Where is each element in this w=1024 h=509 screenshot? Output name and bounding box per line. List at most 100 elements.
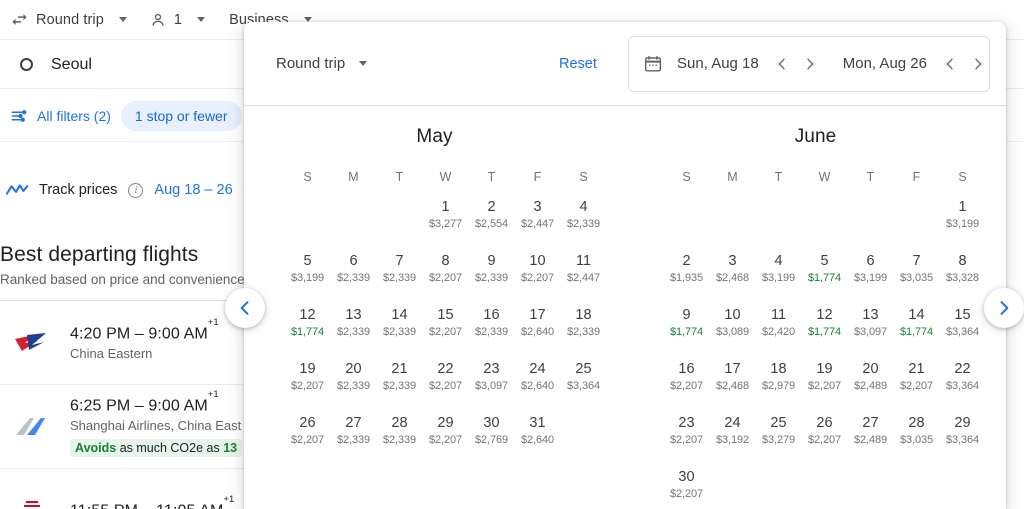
departure-next-day-button[interactable] bbox=[797, 51, 823, 77]
calendar-day[interactable]: 10 $3,089 bbox=[710, 300, 756, 346]
calendar-day[interactable]: 29 $3,364 bbox=[940, 408, 986, 454]
calendar-day[interactable]: 16 $2,207 bbox=[664, 354, 710, 400]
calendar-day-number: 31 bbox=[529, 414, 546, 431]
calendar-day[interactable]: 28 $2,339 bbox=[377, 408, 423, 454]
calendar-day[interactable]: 29 $2,207 bbox=[423, 408, 469, 454]
calendar-day-number: 26 bbox=[299, 414, 316, 431]
calendar-day-price: $2,207 bbox=[428, 379, 463, 392]
calendar-day[interactable]: 7 $3,035 bbox=[894, 246, 940, 292]
calendar-day[interactable]: 3 $2,447 bbox=[515, 192, 561, 238]
calendar-day[interactable]: 4 $2,339 bbox=[561, 192, 607, 238]
calendar-day[interactable]: 7 $2,339 bbox=[377, 246, 423, 292]
calendar-day[interactable]: 4 $3,199 bbox=[756, 246, 802, 292]
calendar-day-price: $2,468 bbox=[715, 379, 750, 392]
calendar-day-number: 6 bbox=[866, 252, 875, 269]
calendar-day[interactable]: 24 $2,640 bbox=[515, 354, 561, 400]
calendar-day[interactable]: 5 $1,774 bbox=[802, 246, 848, 292]
calendar-day[interactable]: 3 $2,468 bbox=[710, 246, 756, 292]
calendar-day[interactable]: 12 $1,774 bbox=[285, 300, 331, 346]
calendar-day[interactable]: 22 $3,364 bbox=[940, 354, 986, 400]
return-prev-day-button[interactable] bbox=[937, 51, 963, 77]
calendar-day[interactable]: 22 $2,207 bbox=[423, 354, 469, 400]
calendar-day[interactable]: 8 $3,328 bbox=[940, 246, 986, 292]
calendar-day[interactable]: 23 $3,097 bbox=[469, 354, 515, 400]
calendar-day[interactable]: 9 $2,339 bbox=[469, 246, 515, 292]
calendar-day-price: $3,199 bbox=[945, 217, 980, 230]
calendar-day[interactable]: 18 $2,979 bbox=[756, 354, 802, 400]
calendar-day[interactable]: 26 $2,207 bbox=[285, 408, 331, 454]
calendar-week-row: 1 $3,199 bbox=[643, 192, 1006, 238]
calendar-day-number: 17 bbox=[529, 306, 546, 323]
reset-button[interactable]: Reset bbox=[551, 50, 605, 78]
calendar-day[interactable]: 2 $2,554 bbox=[469, 192, 515, 238]
flight-info: 11:55 PM – 11:05 AM+1 bbox=[70, 494, 234, 509]
calendar-month: June S M T W T F S 1 $3,199 2 $1,935 3 $2,468 4 $3,19… bbox=[625, 118, 1006, 508]
return-next-day-button[interactable] bbox=[965, 51, 991, 77]
calendar-day[interactable]: 13 $2,339 bbox=[331, 300, 377, 346]
next-months-button[interactable] bbox=[984, 288, 1024, 328]
calendar-day[interactable]: 27 $2,339 bbox=[331, 408, 377, 454]
calendar-day[interactable]: 14 $2,339 bbox=[377, 300, 423, 346]
calendar-day[interactable]: 1 $3,277 bbox=[423, 192, 469, 238]
calendar-day[interactable]: 31 $2,640 bbox=[515, 408, 561, 454]
calendar-week-row: 12 $1,774 13 $2,339 14 $2,339 15 $2,207 16 $2,339… bbox=[266, 300, 625, 346]
filter-chip-stops[interactable]: 1 stop or fewer bbox=[120, 100, 242, 131]
calendar-day-price: $2,447 bbox=[566, 271, 601, 284]
calendar-day[interactable]: 30 $2,769 bbox=[469, 408, 515, 454]
calendar-day-price: $3,364 bbox=[945, 325, 980, 338]
calendar-day[interactable]: 15 $3,364 bbox=[940, 300, 986, 346]
calendar-day[interactable]: 11 $2,447 bbox=[561, 246, 607, 292]
origin-circle-icon bbox=[20, 58, 33, 71]
calendar-day[interactable]: 18 $2,339 bbox=[561, 300, 607, 346]
passengers-selector[interactable]: 1 bbox=[137, 11, 215, 29]
calendar-day[interactable]: 27 $2,489 bbox=[848, 408, 894, 454]
calendar-day-number: 9 bbox=[487, 252, 496, 269]
calendar-day[interactable]: 21 $2,339 bbox=[377, 354, 423, 400]
calendar-day-price: $2,207 bbox=[290, 379, 325, 392]
previous-months-button[interactable] bbox=[225, 288, 265, 328]
calendar-day[interactable]: 10 $2,207 bbox=[515, 246, 561, 292]
calendar-day[interactable]: 21 $2,207 bbox=[894, 354, 940, 400]
calendar-day-number: 29 bbox=[954, 414, 971, 431]
calendar-day[interactable]: 14 $1,774 bbox=[894, 300, 940, 346]
calendar-day[interactable]: 28 $3,035 bbox=[894, 408, 940, 454]
calendar-day[interactable]: 26 $2,207 bbox=[802, 408, 848, 454]
china-eastern-logo bbox=[12, 326, 52, 360]
calendar-day[interactable]: 25 $3,364 bbox=[561, 354, 607, 400]
calendar-day[interactable]: 17 $2,640 bbox=[515, 300, 561, 346]
info-icon[interactable]: i bbox=[128, 182, 144, 198]
departure-prev-day-button[interactable] bbox=[769, 51, 795, 77]
calendar-day[interactable]: 30 $2,207 bbox=[664, 462, 710, 508]
calendar-day[interactable]: 17 $2,468 bbox=[710, 354, 756, 400]
calendar-day[interactable]: 6 $2,339 bbox=[331, 246, 377, 292]
calendar-day-number: 9 bbox=[682, 306, 691, 323]
calendar-day[interactable]: 20 $2,339 bbox=[331, 354, 377, 400]
all-filters-button[interactable]: All filters (2) bbox=[10, 107, 111, 125]
calendar-day[interactable]: 6 $3,199 bbox=[848, 246, 894, 292]
calendar-day[interactable]: 12 $1,774 bbox=[802, 300, 848, 346]
calendar-day[interactable]: 19 $2,207 bbox=[285, 354, 331, 400]
modal-trip-type-selector[interactable]: Round trip bbox=[276, 55, 368, 72]
calendar-day[interactable]: 11 $2,420 bbox=[756, 300, 802, 346]
calendar-day[interactable]: 8 $2,207 bbox=[423, 246, 469, 292]
return-date-field[interactable]: Mon, Aug 26 bbox=[827, 37, 995, 91]
weekday-label: T bbox=[774, 170, 783, 184]
calendar-day[interactable]: 15 $2,207 bbox=[423, 300, 469, 346]
calendar-day[interactable]: 19 $2,207 bbox=[802, 354, 848, 400]
calendar-day[interactable]: 9 $1,774 bbox=[664, 300, 710, 346]
calendar-day[interactable]: 20 $2,489 bbox=[848, 354, 894, 400]
departure-date-field[interactable]: Sun, Aug 18 bbox=[629, 37, 827, 91]
trip-type-selector[interactable]: Round trip bbox=[10, 10, 137, 29]
calendar-day[interactable]: 1 $3,199 bbox=[940, 192, 986, 238]
calendar-day-number: 6 bbox=[349, 252, 358, 269]
calendar-day[interactable]: 5 $3,199 bbox=[285, 246, 331, 292]
calendar-day-number: 15 bbox=[954, 306, 971, 323]
calendar-day[interactable]: 25 $3,279 bbox=[756, 408, 802, 454]
calendar-day-price: $3,279 bbox=[761, 433, 796, 446]
calendar-day[interactable]: 16 $2,339 bbox=[469, 300, 515, 346]
calendar-day[interactable]: 13 $3,097 bbox=[848, 300, 894, 346]
calendar-day[interactable]: 24 $3,192 bbox=[710, 408, 756, 454]
flight-times: 6:25 PM – 9:00 AM+1 bbox=[70, 389, 219, 415]
calendar-day[interactable]: 23 $2,207 bbox=[664, 408, 710, 454]
calendar-day[interactable]: 2 $1,935 bbox=[664, 246, 710, 292]
